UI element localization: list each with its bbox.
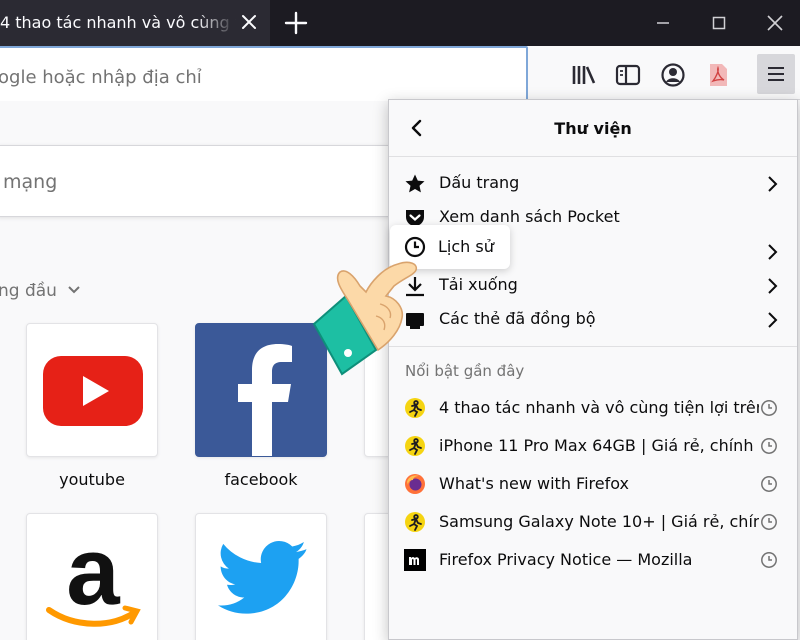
page-search-box[interactable]: mạng	[0, 145, 396, 217]
recent-item-label: iPhone 11 Pro Max 64GB | Giá rẻ, chính h…	[439, 436, 759, 455]
title-bar: 4 thao tác nhanh và vô cùng tiện lợi trê…	[0, 0, 800, 46]
active-tab[interactable]: 4 thao tác nhanh và vô cùng tiện lợi trê…	[0, 0, 270, 46]
recent-item[interactable]: What's new with Firefox	[389, 465, 797, 503]
menu-item-label: Các thẻ đã đồng bộ	[439, 309, 596, 328]
tgdd-favicon	[405, 512, 425, 532]
account-icon[interactable]	[660, 62, 686, 88]
recent-item[interactable]: Firefox Privacy Notice — Mozilla	[389, 541, 797, 579]
menu-item-bookmarks[interactable]: Dấu trang	[389, 167, 797, 201]
address-bar[interactable]: ogle hoặc nhập địa chỉ	[0, 46, 528, 106]
clock-icon	[761, 400, 777, 416]
twitter-bird-icon	[218, 540, 307, 614]
top-site-twitter[interactable]	[195, 513, 327, 640]
menu-item-downloads[interactable]: Tải xuống	[389, 269, 797, 303]
svg-text:a: a	[66, 518, 120, 625]
minimize-icon[interactable]	[648, 8, 678, 38]
hamburger-icon	[768, 67, 784, 81]
clock-icon	[761, 514, 777, 530]
recent-item[interactable]: 4 thao tác nhanh và vô cùng tiện lợi trê…	[389, 389, 797, 427]
menu-item-label: Tải xuống	[439, 275, 518, 294]
panel-title: Thư viện	[554, 119, 632, 138]
tgdd-favicon	[405, 398, 425, 418]
page-search-placeholder: mạng	[3, 171, 58, 193]
star-icon	[405, 174, 425, 193]
youtube-logo-icon	[43, 356, 143, 426]
panel-divider	[389, 346, 797, 347]
library-panel: Thư viện Dấu trang Xem danh sách Pocket …	[388, 99, 798, 640]
top-site-label: facebook	[224, 470, 298, 489]
recent-item[interactable]: Samsung Galaxy Note 10+ | Giá rẻ, chính.…	[389, 503, 797, 541]
clock-icon	[404, 236, 426, 258]
menu-item-synced-tabs[interactable]: Các thẻ đã đồng bộ	[389, 303, 797, 337]
recent-item[interactable]: iPhone 11 Pro Max 64GB | Giá rẻ, chính h…	[389, 427, 797, 465]
chevron-right-icon	[768, 176, 778, 192]
menu-item-label: Lịch sử	[438, 237, 494, 256]
panel-header: Thư viện	[389, 100, 797, 157]
clock-icon	[761, 476, 777, 492]
pointing-hand-icon	[312, 261, 418, 376]
new-tab-icon[interactable]	[282, 9, 310, 37]
top-site-amazon[interactable]: a	[26, 513, 158, 640]
address-placeholder: ogle hoặc nhập địa chỉ	[0, 67, 202, 88]
chevron-right-icon	[768, 278, 778, 294]
chevron-right-icon	[768, 244, 778, 260]
chevron-right-icon	[768, 312, 778, 328]
top-site-label: youtube	[59, 470, 125, 489]
firefox-favicon	[405, 474, 425, 494]
tab-title-fade	[196, 6, 236, 40]
menu-item-label: Dấu trang	[439, 173, 520, 192]
clock-icon	[761, 438, 777, 454]
close-window-icon[interactable]	[760, 8, 790, 38]
open-menu-button[interactable]	[757, 54, 795, 94]
tab-close-icon[interactable]	[238, 11, 260, 33]
tgdd-favicon	[405, 436, 425, 456]
clock-icon	[761, 552, 777, 568]
recent-item-label: Firefox Privacy Notice — Mozilla	[439, 550, 693, 569]
top-sites-heading[interactable]: ng đầu	[0, 281, 57, 301]
pdf-extension-icon[interactable]	[705, 62, 731, 88]
recent-item-label: 4 thao tác nhanh và vô cùng tiện lợi trê…	[439, 398, 759, 417]
top-site-youtube[interactable]	[26, 323, 158, 457]
recent-item-label: What's new with Firefox	[439, 474, 629, 493]
chevron-down-icon[interactable]	[66, 282, 82, 298]
sidebar-icon[interactable]	[615, 62, 641, 88]
menu-item-label: Xem danh sách Pocket	[439, 207, 620, 226]
maximize-icon[interactable]	[704, 8, 734, 38]
recent-item-label: Samsung Galaxy Note 10+ | Giá rẻ, chính.…	[439, 512, 759, 531]
mozilla-favicon	[404, 549, 426, 571]
amazon-logo-icon: a	[46, 518, 141, 627]
library-icon[interactable]	[571, 62, 597, 88]
nav-bar: ogle hoặc nhập địa chỉ	[0, 46, 800, 106]
